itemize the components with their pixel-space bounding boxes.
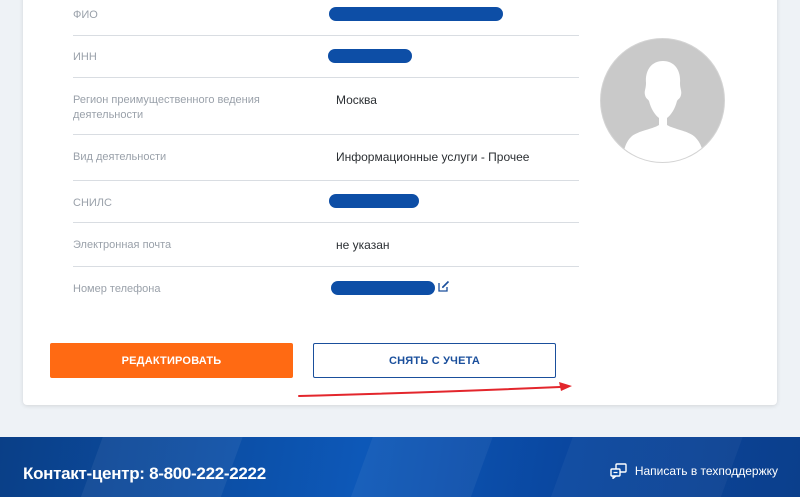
row-email: Электронная почта не указан [73, 223, 579, 267]
row-label-activity: Вид деятельности [73, 151, 167, 163]
avatar [600, 38, 725, 163]
row-inn: ИНН [73, 36, 579, 78]
user-silhouette-icon [623, 61, 704, 162]
support-label: Написать в техподдержку [634, 464, 778, 478]
row-label-snils: СНИЛС [73, 197, 112, 209]
row-phone: Номер телефона [73, 267, 579, 307]
profile-card: ФИО ИНН Регион преимущественного ведения… [23, 0, 777, 405]
row-label-fio: ФИО [73, 9, 98, 21]
contact-center: Контакт-центр: 8-800-222-2222 [23, 464, 266, 483]
redacted-phone [331, 281, 435, 295]
support-link[interactable]: Написать в техподдержку [610, 463, 778, 479]
row-value-activity: Информационные услуги - Прочее [336, 150, 530, 164]
row-label-region: Регион преимущественного ведения деятель… [73, 94, 260, 121]
redacted-snils [329, 194, 419, 208]
row-fio: ФИО [73, 0, 579, 36]
annotation-arrow [298, 382, 572, 397]
edit-button[interactable]: РЕДАКТИРОВАТЬ [50, 343, 293, 378]
row-value-email: не указан [336, 238, 390, 252]
row-label-phone: Номер телефона [73, 283, 161, 295]
deregister-button[interactable]: СНЯТЬ С УЧЕТА [313, 343, 556, 378]
redacted-fio [329, 7, 503, 21]
row-value-region: Москва [336, 93, 377, 107]
row-label-inn: ИНН [73, 51, 97, 63]
row-activity: Вид деятельности Информационные услуги -… [73, 135, 579, 181]
row-label-email: Электронная почта [73, 239, 172, 251]
footer: Контакт-центр: 8-800-222-2222 Написать в… [0, 437, 800, 497]
redacted-inn [328, 49, 412, 63]
chat-icon [610, 463, 627, 479]
edit-icon[interactable] [438, 280, 450, 292]
row-snils: СНИЛС [73, 181, 579, 223]
row-region: Регион преимущественного ведения деятель… [73, 78, 579, 135]
